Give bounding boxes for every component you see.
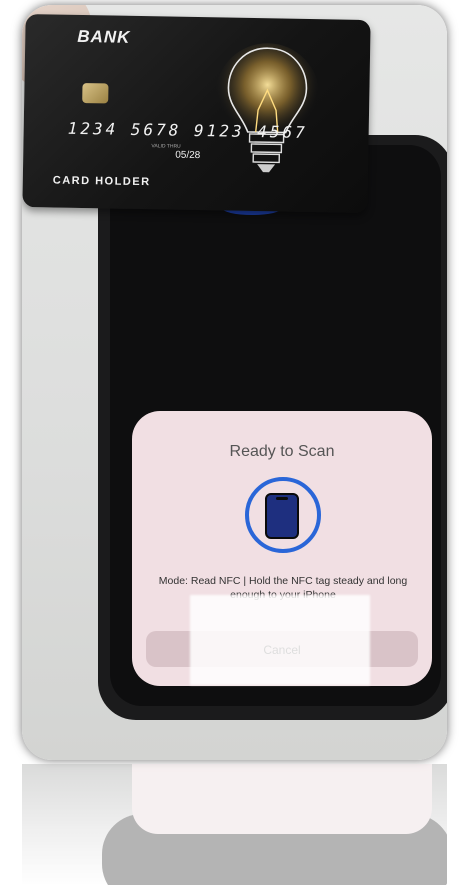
light-glare xyxy=(190,595,370,685)
card-expiry: 05/28 xyxy=(175,149,201,162)
card-chip-icon xyxy=(82,83,109,104)
card-holder: CARD HOLDER xyxy=(52,174,151,189)
card-bank-name: BANK xyxy=(77,26,131,47)
credit-card: BANK 1234 5678 9123 4567 VALID THRU 05/2… xyxy=(22,14,371,213)
sheet-title: Ready to Scan xyxy=(229,443,335,460)
photo-reflection xyxy=(22,764,447,885)
photo: BANK 1234 5678 9123 4567 VALID THRU 05/2… xyxy=(22,5,447,760)
card-number: 1234 5678 9123 4567 xyxy=(67,118,308,142)
phone-icon xyxy=(265,493,299,539)
reflection-sheet xyxy=(132,764,432,834)
lightbulb-icon xyxy=(215,43,320,173)
